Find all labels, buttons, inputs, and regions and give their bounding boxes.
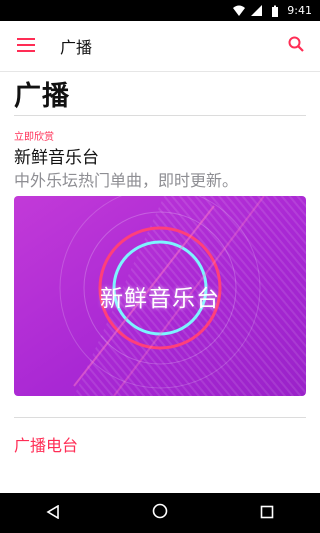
recents-button[interactable] bbox=[247, 493, 287, 533]
recents-square-icon bbox=[260, 504, 274, 523]
featured-subtitle: 中外乐坛热门单曲，即时更新。 bbox=[14, 171, 239, 190]
hamburger-menu-icon bbox=[17, 37, 35, 56]
status-bar: 9:41 bbox=[0, 0, 320, 21]
search-button[interactable] bbox=[272, 21, 320, 72]
home-circle-icon bbox=[152, 503, 168, 523]
radio-stations-link[interactable]: 广播电台 bbox=[14, 432, 78, 456]
battery-icon bbox=[269, 5, 281, 17]
system-nav-bar bbox=[0, 493, 320, 533]
back-button[interactable] bbox=[33, 493, 73, 533]
featured-station-card[interactable]: 新鲜音乐台 bbox=[14, 196, 306, 396]
page-title: 广播 bbox=[14, 81, 70, 112]
wifi-icon bbox=[233, 5, 246, 17]
back-triangle-icon bbox=[46, 504, 60, 523]
featured-eyebrow: 立即欣赏 bbox=[14, 132, 54, 143]
home-button[interactable] bbox=[140, 493, 180, 533]
status-time: 9:41 bbox=[287, 4, 312, 17]
search-icon bbox=[288, 36, 304, 56]
divider bbox=[14, 115, 306, 116]
divider bbox=[14, 417, 306, 418]
app-bar-title: 广播 bbox=[60, 38, 93, 57]
featured-title[interactable]: 新鲜音乐台 bbox=[14, 143, 99, 168]
app-bar: 广播 bbox=[0, 21, 320, 72]
menu-button[interactable] bbox=[0, 21, 52, 72]
signal-icon bbox=[251, 4, 263, 17]
featured-card-label: 新鲜音乐台 bbox=[100, 286, 220, 312]
